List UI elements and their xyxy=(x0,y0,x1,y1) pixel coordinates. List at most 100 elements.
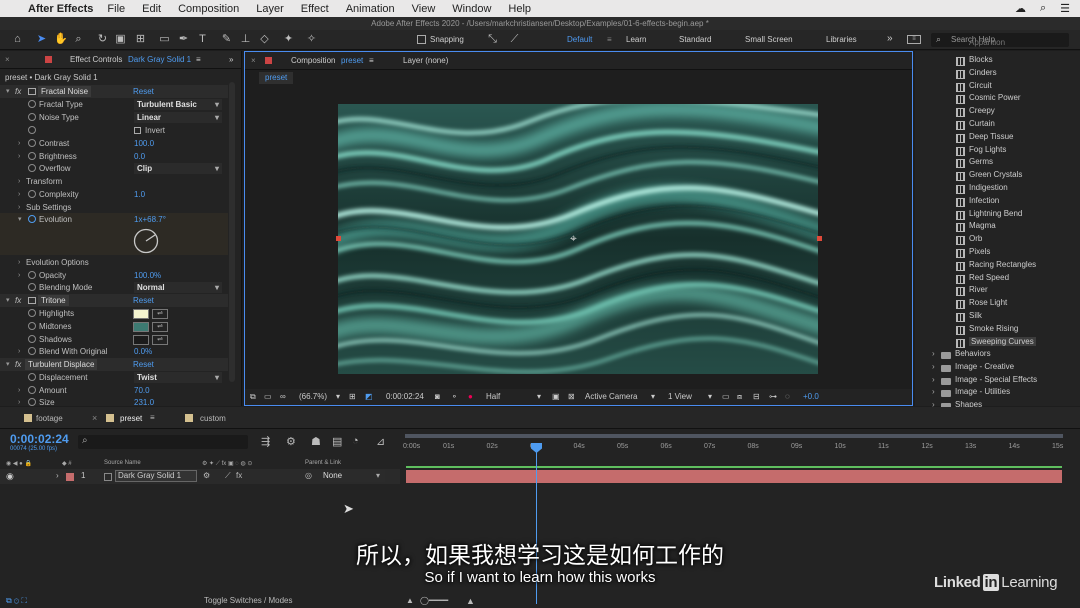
toggle-switches-modes[interactable]: Toggle Switches / Modes xyxy=(204,596,293,605)
expand-arrow-icon[interactable]: › xyxy=(932,349,935,358)
turbulent-displace-header[interactable]: ▾ fx Turbulent Displace Reset xyxy=(0,358,228,371)
eyedropper-icon[interactable]: ⇌ xyxy=(152,322,168,332)
snapping-checkbox[interactable] xyxy=(417,35,426,44)
workspace-learn[interactable]: Learn xyxy=(626,35,646,44)
scrollbar[interactable] xyxy=(229,82,235,382)
contrast-value[interactable]: 100.0 xyxy=(134,137,154,150)
stopwatch-icon[interactable] xyxy=(28,113,36,121)
effect-preset-item[interactable]: Sweeping Curves xyxy=(969,336,1036,346)
effect-preset-item[interactable]: Magma xyxy=(969,221,996,230)
parent-link-header[interactable]: Parent & Link xyxy=(305,460,341,466)
size-value[interactable]: 231.0 xyxy=(134,396,154,406)
menu-view[interactable]: View xyxy=(412,3,436,15)
effect-folder-item[interactable]: Image - Special Effects xyxy=(955,375,1037,384)
zoom-in-icon[interactable]: ▲ xyxy=(466,596,475,606)
effect-preset-item[interactable]: Cosmic Power xyxy=(969,93,1021,102)
effect-preset-item[interactable]: River xyxy=(969,285,988,294)
evolution-options-row[interactable]: › Evolution Options xyxy=(0,256,228,269)
layer-switches-icon[interactable]: ⧉ ⊙ ⛶ xyxy=(6,596,27,606)
evolution-value[interactable]: 1x+68.7° xyxy=(134,213,166,226)
panel-menu-icon[interactable]: ≡ xyxy=(369,56,374,65)
pickwhip-icon[interactable]: ◎ xyxy=(305,471,312,480)
stopwatch-icon[interactable] xyxy=(28,100,36,108)
menu-help[interactable]: Help xyxy=(508,3,531,15)
composition-tab[interactable]: Composition xyxy=(291,56,335,65)
chevron-down-icon[interactable]: ▾ xyxy=(651,392,655,401)
effect-preset-item[interactable]: Infection xyxy=(969,196,999,205)
transform-row[interactable]: › Transform xyxy=(0,175,228,188)
exposure-value[interactable]: +0.0 xyxy=(803,392,819,401)
creative-cloud-icon[interactable]: ☁ xyxy=(1015,2,1026,15)
blend-value[interactable]: 0.0% xyxy=(134,345,152,358)
menu-effect[interactable]: Effect xyxy=(301,3,329,15)
stopwatch-icon[interactable] xyxy=(28,271,36,279)
draft-3d-icon[interactable]: ⚙ xyxy=(286,435,296,448)
effect-preset-item[interactable]: Germs xyxy=(969,157,993,166)
snap-options-icon[interactable]: ⤡ xyxy=(486,33,499,46)
overflow-dropdown[interactable]: Clip xyxy=(134,163,222,174)
chevron-down-icon[interactable]: ▾ xyxy=(537,392,541,401)
effect-preset-partial[interactable]: Apparition xyxy=(969,40,1005,50)
fractal-type-dropdown[interactable]: Turbulent Basic xyxy=(134,99,222,110)
layer-label-color[interactable] xyxy=(66,473,74,481)
layer-handle[interactable] xyxy=(817,236,822,241)
stopwatch-icon[interactable] xyxy=(28,347,36,355)
effect-preset-item[interactable]: Silk xyxy=(969,311,982,320)
displacement-dropdown[interactable]: Twist xyxy=(134,372,222,383)
midtones-color-swatch[interactable] xyxy=(133,322,149,332)
hand-tool-icon[interactable]: ✋ xyxy=(54,33,68,46)
stopwatch-icon[interactable] xyxy=(28,322,36,330)
effect-preset-item[interactable]: Cinders xyxy=(969,68,997,77)
eyedropper-icon[interactable]: ⇌ xyxy=(152,335,168,345)
reset-exposure-icon[interactable]: ◌ xyxy=(785,392,790,401)
effect-preset-item[interactable]: Circuit xyxy=(969,81,992,90)
expand-panels-icon[interactable]: » xyxy=(229,55,233,64)
workspace-small-screen[interactable]: Small Screen xyxy=(745,35,793,44)
stopwatch-icon[interactable] xyxy=(28,215,36,223)
stopwatch-icon[interactable] xyxy=(28,386,36,394)
source-name-header[interactable]: Source Name xyxy=(104,460,141,466)
anchor-point-icon[interactable]: ⌖ xyxy=(570,231,577,246)
app-menu[interactable]: After Effects xyxy=(28,3,93,15)
effect-preset-item[interactable]: Red Speed xyxy=(969,273,1009,282)
type-tool-icon[interactable]: T xyxy=(196,33,209,46)
timeline-search-input[interactable] xyxy=(78,435,248,449)
brush-tool-icon[interactable]: ✎ xyxy=(220,33,233,46)
blending-mode-dropdown[interactable]: Normal xyxy=(134,282,222,293)
layer-duration-bar[interactable] xyxy=(406,470,1062,483)
spotlight-search-icon[interactable]: ⌕ xyxy=(1040,2,1046,15)
shy-layers-icon[interactable]: ☗ xyxy=(311,435,321,448)
snap-feather-icon[interactable]: ⟋ xyxy=(508,33,521,46)
eyedropper-icon[interactable]: ⇌ xyxy=(152,309,168,319)
timeline-timecode[interactable]: 0:00:02:24 xyxy=(10,432,69,446)
noise-type-dropdown[interactable]: Linear xyxy=(134,112,222,123)
color-channel-icon[interactable]: ● xyxy=(468,392,473,401)
effect-preset-item[interactable]: Racing Rectangles xyxy=(969,260,1036,269)
frame-blending-icon[interactable]: ▤ xyxy=(332,435,342,448)
effect-preset-item[interactable]: Rose Light xyxy=(969,298,1007,307)
expand-arrow-icon[interactable]: › xyxy=(932,375,935,384)
menu-composition[interactable]: Composition xyxy=(178,3,239,15)
rotate-tool-icon[interactable]: ↻ xyxy=(96,33,109,46)
zoom-dropdown[interactable]: (66.7%) xyxy=(299,392,327,401)
clone-stamp-tool-icon[interactable]: ⊥ xyxy=(239,33,252,46)
timeline-tab-preset[interactable]: preset xyxy=(120,414,142,423)
timeline-icon[interactable]: ⊟ xyxy=(753,392,760,401)
composition-viewer[interactable] xyxy=(338,104,818,374)
pen-tool-icon[interactable]: ✒ xyxy=(177,33,190,46)
timeline-tab-footage[interactable]: footage xyxy=(36,414,63,423)
stopwatch-icon[interactable] xyxy=(28,164,36,172)
3d-glasses-icon[interactable]: ∞ xyxy=(280,392,286,401)
current-time[interactable]: 0:00:02:24 xyxy=(386,392,424,401)
panel-menu-icon[interactable]: ≡ xyxy=(196,55,201,64)
show-snapshot-icon[interactable]: ⚬ xyxy=(451,392,458,401)
composition-flowchart-icon[interactable]: ⇶ xyxy=(261,435,270,448)
menu-file[interactable]: File xyxy=(107,3,125,15)
menu-animation[interactable]: Animation xyxy=(346,3,395,15)
workspace-standard[interactable]: Standard xyxy=(679,35,711,44)
workspace-libraries[interactable]: Libraries xyxy=(826,35,857,44)
stopwatch-icon[interactable] xyxy=(28,190,36,198)
mask-visibility-icon[interactable]: ◩ xyxy=(365,392,373,401)
tritone-header[interactable]: ▾ fx Tritone Reset xyxy=(0,294,228,307)
fx-icon[interactable] xyxy=(28,88,36,95)
